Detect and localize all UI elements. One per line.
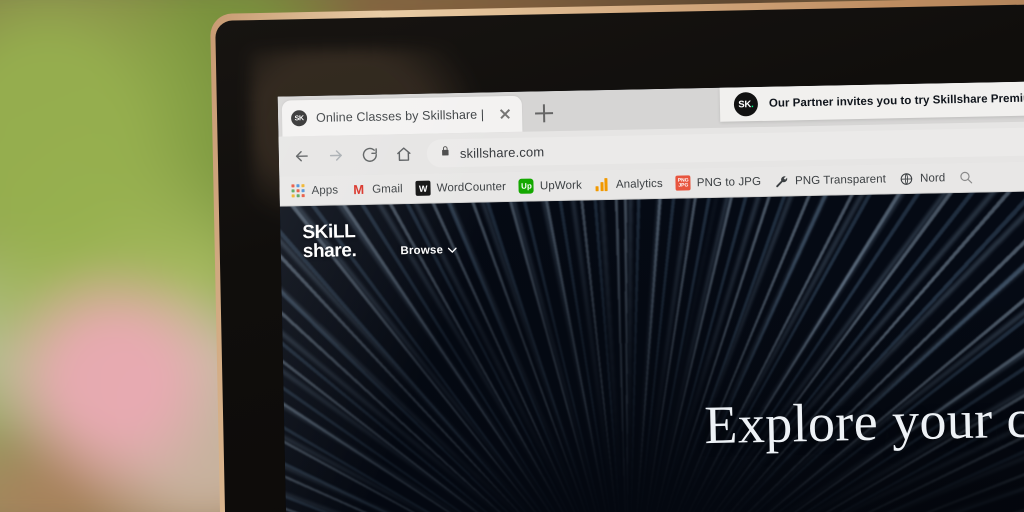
nav-browse-label: Browse <box>400 244 444 258</box>
browser-tab[interactable]: SK Online Classes by Skillshare | S <box>281 95 523 137</box>
bookmark-png-transparent[interactable]: PNG Transparent <box>770 171 895 189</box>
plus-icon[interactable] <box>532 101 556 125</box>
bookmark-label: Nord <box>919 171 946 185</box>
skillshare-badge-icon: SK. <box>733 92 759 117</box>
bookmark-label: UpWork <box>539 179 583 192</box>
wordcounter-icon: W <box>415 180 431 196</box>
arrow-right-icon[interactable] <box>319 138 354 173</box>
skillshare-logo[interactable]: SKiLL share. <box>302 221 357 262</box>
bookmark-label: Apps <box>311 183 339 197</box>
bookmark-label: WordCounter <box>436 180 507 194</box>
site-navigation: SKiLL share. Browse <box>302 221 458 262</box>
reload-icon[interactable] <box>353 137 388 172</box>
close-icon[interactable] <box>497 106 513 122</box>
skillshare-hero: SKiLL share. Browse Explore your c <box>279 189 1024 512</box>
bookmark-label: PNG Transparent <box>794 172 887 187</box>
url-text: skillshare.com <box>459 143 545 161</box>
laptop: SK Online Classes by Skillshare | S skil… <box>210 0 1024 512</box>
home-icon[interactable] <box>387 137 422 172</box>
nav-browse[interactable]: Browse <box>400 244 458 259</box>
browser-chrome: SK Online Classes by Skillshare | S skil… <box>277 79 1024 207</box>
bookmark-apps[interactable]: Apps <box>286 182 347 198</box>
logo-line-2: share. <box>302 239 357 262</box>
upwork-icon: Up <box>518 178 535 194</box>
bookmark-label: PNG to JPG <box>696 175 762 189</box>
arrow-left-icon[interactable] <box>285 139 320 174</box>
bookmark-nord[interactable]: Nord <box>895 170 955 186</box>
gmail-icon: M <box>353 181 365 198</box>
bookmark-gmail[interactable]: M Gmail <box>347 181 412 197</box>
bookmark-label: Gmail <box>372 182 403 196</box>
partner-promo-banner[interactable]: SK. Our Partner invites you to try Skill… <box>719 79 1024 122</box>
analytics-icon <box>595 177 610 192</box>
lock-icon <box>440 144 451 162</box>
laptop-screen: SK Online Classes by Skillshare | S skil… <box>277 79 1024 512</box>
hero-heading: Explore your c <box>703 388 1024 456</box>
promo-text: Our Partner invites you to try Skillshar… <box>768 91 1024 110</box>
bookmark-wordcounter[interactable]: W WordCounter <box>412 179 516 196</box>
bookmark-label: Analytics <box>615 177 663 191</box>
tab-favicon: SK <box>290 110 308 127</box>
tab-title: Online Classes by Skillshare | S <box>315 107 489 125</box>
bookmark-analytics[interactable]: Analytics <box>591 176 672 193</box>
apps-grid-icon <box>290 183 305 198</box>
globe-icon <box>899 171 914 186</box>
address-bar[interactable]: skillshare.com <box>426 126 1024 168</box>
chevron-down-icon <box>448 244 458 256</box>
bookmark-upwork[interactable]: Up UpWork <box>515 177 591 194</box>
png-to-jpg-icon: PNG JPG <box>675 175 691 191</box>
search-icon <box>958 170 973 185</box>
bookmark-png-to-jpg[interactable]: PNG JPG PNG to JPG <box>672 174 771 191</box>
wrench-icon <box>774 173 789 188</box>
bookmarks-search[interactable] <box>954 170 982 186</box>
